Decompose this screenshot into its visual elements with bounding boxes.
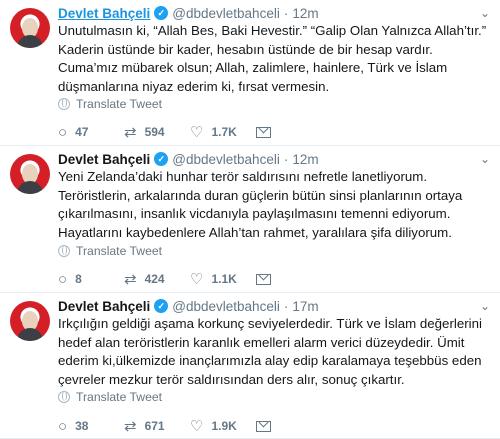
avatar[interactable] bbox=[10, 8, 50, 48]
like-count: 1.7K bbox=[211, 125, 237, 139]
translate-tweet-link[interactable]: Translate Tweet bbox=[58, 390, 162, 404]
tweet[interactable]: Devlet Bahçeli ✓ @dbdevletbahceli · 12m … bbox=[0, 146, 500, 293]
separator-dot: · bbox=[283, 298, 289, 314]
tweet-time[interactable]: 12m bbox=[292, 152, 318, 167]
author-name[interactable]: Devlet Bahçeli bbox=[58, 299, 150, 314]
verified-icon: ✓ bbox=[154, 299, 169, 313]
tweet-time[interactable]: 12m bbox=[292, 6, 318, 21]
reply-icon: ○ bbox=[58, 417, 68, 435]
separator-dot: · bbox=[283, 151, 289, 167]
reply-count: 47 bbox=[75, 125, 89, 139]
like-button[interactable]: ♡ 1.7K bbox=[190, 123, 256, 141]
reply-count: 38 bbox=[75, 419, 89, 433]
message-icon bbox=[256, 273, 271, 285]
retweet-button[interactable]: ⇄ 424 bbox=[124, 270, 190, 288]
retweet-count: 671 bbox=[144, 419, 165, 433]
chevron-down-icon[interactable]: ⌄ bbox=[480, 299, 490, 313]
tweet-actions: ○ 38 ⇄ 671 ♡ 1.9K bbox=[58, 417, 322, 435]
retweet-icon: ⇄ bbox=[124, 124, 137, 141]
tweet-text: Unutulmasın ki, “Allah Bes, Baki Hevesti… bbox=[58, 23, 487, 94]
verified-icon: ✓ bbox=[154, 6, 169, 20]
like-button[interactable]: ♡ 1.1K bbox=[190, 270, 256, 288]
author-handle[interactable]: @dbdevletbahceli bbox=[172, 152, 280, 167]
like-icon: ♡ bbox=[190, 418, 204, 435]
like-button[interactable]: ♡ 1.9K bbox=[190, 417, 256, 435]
tweet-actions: ○ 8 ⇄ 424 ♡ 1.1K bbox=[58, 270, 322, 288]
reply-count: 8 bbox=[75, 272, 82, 286]
message-icon bbox=[256, 126, 271, 138]
globe-icon bbox=[58, 245, 70, 257]
retweet-count: 594 bbox=[144, 125, 165, 139]
like-count: 1.9K bbox=[211, 419, 237, 433]
tweet-time[interactable]: 17m bbox=[292, 299, 318, 314]
translate-label[interactable]: Translate Tweet bbox=[76, 97, 162, 111]
chevron-down-icon[interactable]: ⌄ bbox=[480, 6, 490, 20]
globe-icon bbox=[58, 98, 70, 110]
retweet-button[interactable]: ⇄ 594 bbox=[124, 123, 190, 141]
reply-button[interactable]: ○ 38 bbox=[58, 418, 124, 435]
tweet[interactable]: Devlet Bahçeli ✓ @dbdevletbahceli · 17m … bbox=[0, 293, 500, 439]
separator-dot: · bbox=[283, 5, 289, 21]
tweet[interactable]: Devlet Bahçeli ✓ @dbdevletbahceli · 12m … bbox=[0, 0, 500, 146]
reply-icon: ○ bbox=[58, 270, 68, 288]
author-name[interactable]: Devlet Bahçeli bbox=[58, 152, 150, 167]
tweet-header: Devlet Bahçeli ✓ @dbdevletbahceli · 17m bbox=[58, 297, 319, 315]
globe-icon bbox=[58, 391, 70, 403]
translate-tweet-link[interactable]: Translate Tweet bbox=[58, 97, 162, 111]
translate-label[interactable]: Translate Tweet bbox=[76, 244, 162, 258]
like-icon: ♡ bbox=[190, 271, 204, 288]
like-icon: ♡ bbox=[190, 124, 204, 141]
tweet-header: Devlet Bahçeli ✓ @dbdevletbahceli · 12m bbox=[58, 4, 319, 22]
retweet-count: 424 bbox=[144, 272, 165, 286]
tweet-actions: ○ 47 ⇄ 594 ♡ 1.7K bbox=[58, 123, 322, 141]
tweet-header: Devlet Bahçeli ✓ @dbdevletbahceli · 12m bbox=[58, 150, 319, 168]
reply-icon: ○ bbox=[58, 123, 68, 141]
message-button[interactable] bbox=[256, 126, 322, 138]
like-count: 1.1K bbox=[211, 272, 237, 286]
tweet-feed: Devlet Bahçeli ✓ @dbdevletbahceli · 12m … bbox=[0, 0, 500, 439]
retweet-icon: ⇄ bbox=[124, 418, 137, 435]
reply-button[interactable]: ○ 8 bbox=[58, 271, 124, 288]
retweet-button[interactable]: ⇄ 671 bbox=[124, 417, 190, 435]
author-handle[interactable]: @dbdevletbahceli bbox=[172, 299, 280, 314]
avatar[interactable] bbox=[10, 301, 50, 341]
tweet-text: Yeni Zelanda’daki hunhar terör saldırısı… bbox=[58, 169, 463, 240]
message-button[interactable] bbox=[256, 420, 322, 432]
tweet-text: Irkçılığın geldiği aşama korkunç seviyel… bbox=[58, 316, 482, 387]
translate-label[interactable]: Translate Tweet bbox=[76, 390, 162, 404]
author-handle[interactable]: @dbdevletbahceli bbox=[172, 6, 280, 21]
reply-button[interactable]: ○ 47 bbox=[58, 124, 124, 141]
verified-icon: ✓ bbox=[154, 152, 169, 166]
chevron-down-icon[interactable]: ⌄ bbox=[480, 152, 490, 166]
message-button[interactable] bbox=[256, 273, 322, 285]
author-name[interactable]: Devlet Bahçeli bbox=[58, 6, 150, 21]
avatar[interactable] bbox=[10, 154, 50, 194]
translate-tweet-link[interactable]: Translate Tweet bbox=[58, 244, 162, 258]
message-icon bbox=[256, 420, 271, 432]
retweet-icon: ⇄ bbox=[124, 271, 137, 288]
